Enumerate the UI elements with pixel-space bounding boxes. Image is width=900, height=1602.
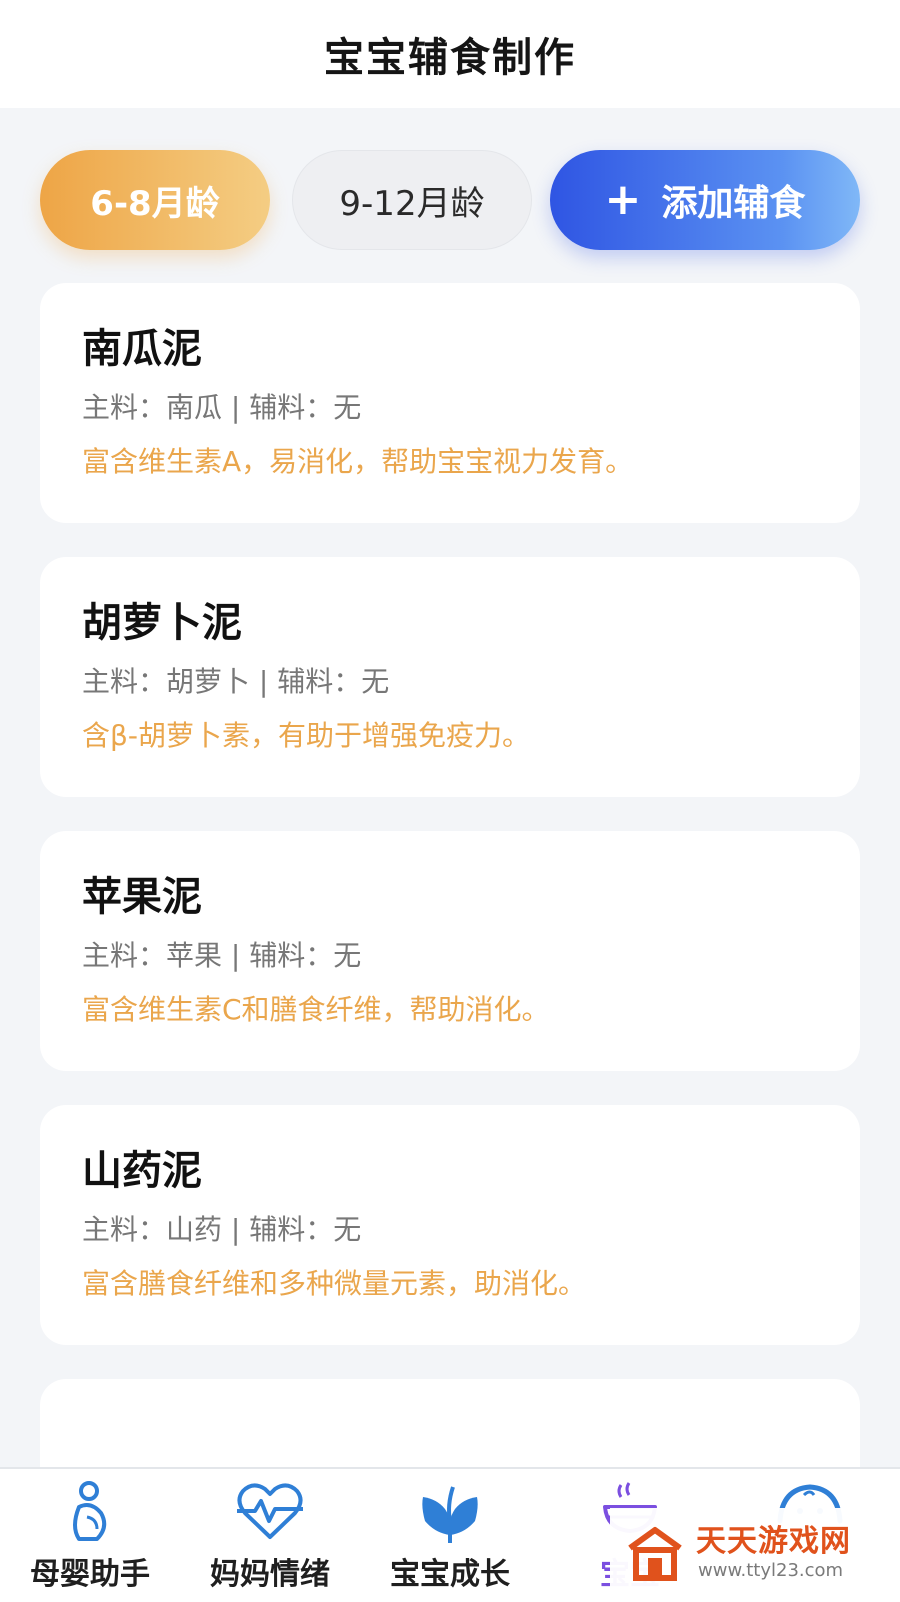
watermark-url: www.ttyl23.com: [698, 1560, 844, 1581]
sprout-icon: [422, 1486, 478, 1543]
recipe-ingredients: 主料：胡萝卜 | 辅料：无: [82, 665, 390, 698]
watermark-logo-icon: [628, 1527, 682, 1581]
watermark: 天天游戏网 www.ttyl23.com: [610, 1508, 900, 1600]
recipe-ingredients: 主料：苹果 | 辅料：无: [82, 939, 362, 972]
recipe-description: 含β-胡萝卜素，有助于增强免疫力。: [82, 719, 530, 752]
nav-item-baby-growth[interactable]: 宝宝成长: [360, 1469, 540, 1602]
tab-age-9-12-label: 9-12月龄: [339, 183, 485, 224]
recipe-description: 富含维生素A，易消化，帮助宝宝视力发育。: [82, 445, 634, 478]
add-food-label: 添加辅食: [661, 183, 806, 224]
tab-age-9-12[interactable]: 9-12月龄: [292, 150, 532, 250]
nav-label: 宝宝成长: [390, 1557, 510, 1592]
recipe-description: 富含膳食纤维和多种微量元素，助消化。: [82, 1267, 587, 1300]
recipe-card[interactable]: 南瓜泥 主料：南瓜 | 辅料：无 富含维生素A，易消化，帮助宝宝视力发育。: [40, 283, 860, 523]
nav-label: 母婴助手: [30, 1557, 150, 1592]
pregnant-mother-icon: [73, 1481, 107, 1541]
age-filter-bar: 6-8月龄 9-12月龄 + 添加辅食: [0, 150, 900, 254]
recipe-name: 山药泥: [82, 1148, 202, 1194]
recipe-card[interactable]: 苹果泥 主料：苹果 | 辅料：无 富含维生素C和膳食纤维，帮助消化。: [40, 831, 860, 1071]
nav-item-mom-mood[interactable]: 妈妈情绪: [180, 1469, 360, 1602]
recipe-name: 苹果泥: [82, 874, 202, 920]
recipe-card[interactable]: 胡萝卜泥 主料：胡萝卜 | 辅料：无 含β-胡萝卜素，有助于增强免疫力。: [40, 557, 860, 797]
recipe-name: 胡萝卜泥: [82, 600, 242, 646]
plus-icon: +: [604, 174, 642, 225]
page-title: 宝宝辅食制作: [324, 35, 576, 81]
recipe-card[interactable]: 山药泥 主料：山药 | 辅料：无 富含膳食纤维和多种微量元素，助消化。: [40, 1105, 860, 1345]
recipe-ingredients: 主料：南瓜 | 辅料：无: [82, 391, 362, 424]
nav-label: 妈妈情绪: [210, 1557, 330, 1592]
nav-item-mother-assistant[interactable]: 母婴助手: [0, 1469, 180, 1602]
app-header: 宝宝辅食制作: [0, 0, 900, 108]
tab-age-6-8-label: 6-8月龄: [90, 183, 220, 224]
heart-pulse-icon: [237, 1483, 303, 1539]
add-food-button[interactable]: + 添加辅食: [550, 150, 860, 250]
recipe-ingredients: 主料：山药 | 辅料：无: [82, 1213, 362, 1246]
tab-age-6-8[interactable]: 6-8月龄: [40, 150, 270, 250]
recipe-name: 南瓜泥: [82, 326, 202, 372]
recipe-description: 富含维生素C和膳食纤维，帮助消化。: [82, 993, 550, 1026]
watermark-title: 天天游戏网: [696, 1524, 851, 1559]
